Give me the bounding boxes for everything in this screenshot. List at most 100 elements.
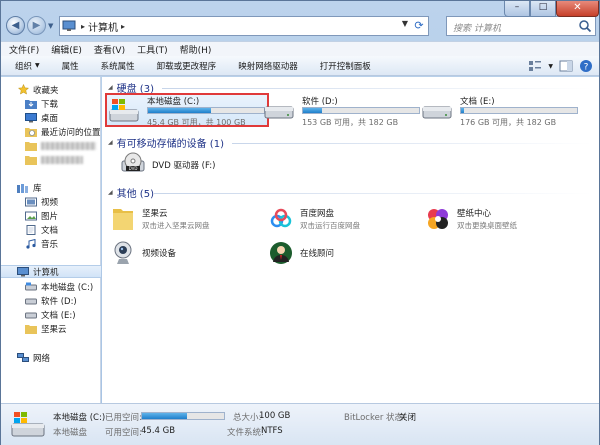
search-icon[interactable] [578,19,592,33]
refresh-icon[interactable]: ⟳ [412,19,426,33]
item-name: 坚果云 [142,209,168,219]
system-drive-icon [11,412,45,437]
recent-pages-dropdown[interactable]: ▼ [48,22,56,30]
menu-tools[interactable]: 工具(T) [137,43,168,56]
details-pane: 本地磁盘 (C:) 已用空间: 总大小: 100 GB BitLocker 状态… [1,403,599,445]
drive-name: 本地磁盘 (C:) [147,97,200,107]
usage-bar-fill [303,108,322,113]
item-description: 双击运行百度网盘 [300,221,360,230]
item-name: 壁纸中心 [457,209,492,219]
folder-download-icon [25,98,37,110]
other-item-jianguoyun[interactable]: 坚果云 双击进入坚果云网盘 [110,205,210,233]
section-header-removable[interactable]: ◢ 有可移动存储的设备 (1) [108,136,224,150]
open-control-panel-button[interactable]: 打开控制面板 [320,60,371,72]
command-bar: 组织 ▼ 属性 系统属性 卸载或更改程序 映射网络驱动器 打开控制面板 ▼ ? [1,56,599,76]
nav-label: 坚果云 [41,324,67,335]
nav-label: 最近访问的位置 [41,127,101,138]
other-item-wallpaper-center[interactable]: 壁纸中心 双击更换桌面壁纸 [425,205,517,233]
computer-icon [60,17,78,35]
drive-e[interactable]: 文档 (E:) 176 GB 可用，共 182 GB [420,95,580,127]
system-drive-icon [109,99,139,122]
drive-name: 文档 (E:) [460,97,495,107]
menu-view[interactable]: 查看(V) [94,43,125,56]
organize-button[interactable]: 组织 ▼ [15,60,40,72]
menu-edit[interactable]: 编辑(E) [51,43,82,56]
nav-label: 软件 (D:) [41,296,77,307]
preview-pane-icon[interactable] [559,59,573,73]
section-divider [232,143,592,144]
forward-button[interactable]: ▶ [27,16,46,35]
collapse-icon[interactable]: ◢ [108,189,113,196]
nav-label: 桌面 [41,113,59,124]
properties-button[interactable]: 属性 [62,60,79,72]
section-divider [162,88,592,89]
content-pane: ◢ 硬盘 (3) 本地磁盘 (C:) 45.4 GB 可用，共 100 GB 软… [102,77,599,403]
section-header-hard-disks[interactable]: ◢ 硬盘 (3) [108,81,154,95]
usage-bar [147,107,265,114]
usage-bar-fill [461,108,465,113]
close-button[interactable]: ✕ [556,1,599,17]
drive-icon [25,295,37,307]
address-bar[interactable]: ▸ 计算机 ▸ ▼ ⟳ [59,16,429,36]
details-free-label: 可用空间: [105,428,142,438]
usage-bar-fill [148,108,212,113]
folder-icon [110,206,136,232]
redacted-label [41,141,96,150]
minimize-button[interactable]: – [504,1,530,17]
map-network-drive-button[interactable]: 映射网络驱动器 [238,60,298,72]
nav-label: 库 [33,183,42,194]
dvd-drive-icon: DVD [120,152,146,178]
other-item-baidu-netdisk[interactable]: 百度网盘 双击运行百度网盘 [268,205,360,233]
other-item-online-advisor[interactable]: 在线顾问 [268,239,334,267]
breadcrumb-separator[interactable]: ▸ [121,22,125,31]
search-box[interactable]: 搜索 计算机 [446,16,596,36]
collapse-icon[interactable]: ◢ [108,139,113,146]
star-icon [17,84,29,96]
redacted-label [41,155,83,164]
collapse-icon[interactable]: ◢ [108,84,113,91]
desktop-icon [25,112,37,124]
help-icon[interactable]: ? [579,59,593,73]
system-properties-button[interactable]: 系统属性 [101,60,135,72]
wallpaper-center-icon [425,206,451,232]
details-bitlocker-value: 关闭 [399,413,417,423]
breadcrumb-computer[interactable]: 计算机 [88,19,118,34]
dvd-drive[interactable]: DVD DVD 驱动器 (F:) [120,151,215,179]
view-options-icon[interactable] [528,59,542,73]
webcam-icon [110,240,136,266]
back-button[interactable]: ◀ [6,16,25,35]
drive-c[interactable]: 本地磁盘 (C:) 45.4 GB 可用，共 100 GB [105,93,269,127]
drive-icon [264,106,294,119]
folder-icon [25,154,37,166]
navigation-pane: 收藏夹 下载 桌面 最近访问的位置 库 视频 图片 文档 音乐 计算机 本地磁盘… [1,77,101,403]
folder-icon [25,323,37,335]
arrow-right-icon: ▶ [32,20,41,31]
section-header-other[interactable]: ◢ 其他 (5) [108,186,154,200]
maximize-button[interactable]: □ [530,1,556,17]
chevron-down-icon[interactable]: ▼ [548,63,553,70]
arrow-left-icon: ◀ [11,20,20,31]
usage-bar [460,107,578,114]
nav-label: 图片 [41,211,59,222]
item-description: 双击进入坚果云网盘 [142,221,210,230]
drive-icon [422,106,452,119]
svg-text:DVD: DVD [129,166,138,171]
drive-d[interactable]: 软件 (D:) 153 GB 可用，共 182 GB [262,95,422,127]
uninstall-program-button[interactable]: 卸载或更改程序 [157,60,217,72]
address-dropdown[interactable]: ▼ [402,19,408,28]
menu-help[interactable]: 帮助(H) [180,43,212,56]
breadcrumb-separator[interactable]: ▸ [81,22,85,31]
menu-file[interactable]: 文件(F) [9,43,39,56]
system-drive-icon [25,281,37,293]
other-item-video-device[interactable]: 视频设备 [110,239,176,267]
video-library-icon [25,196,37,208]
computer-icon [17,266,29,278]
nav-label: 音乐 [41,239,59,250]
section-title: 其他 (5) [116,188,154,200]
chevron-down-icon: ▼ [35,62,40,69]
nav-label: 本地磁盘 (C:) [41,282,94,293]
folder-icon [25,140,37,152]
drive-space-info: 176 GB 可用，共 182 GB [460,118,557,127]
nav-computer[interactable]: 计算机 [1,265,101,278]
title-bar: ◀ ▶ ▼ ▸ 计算机 ▸ ▼ ⟳ 搜索 计算机 – □ ✕ [1,1,599,41]
